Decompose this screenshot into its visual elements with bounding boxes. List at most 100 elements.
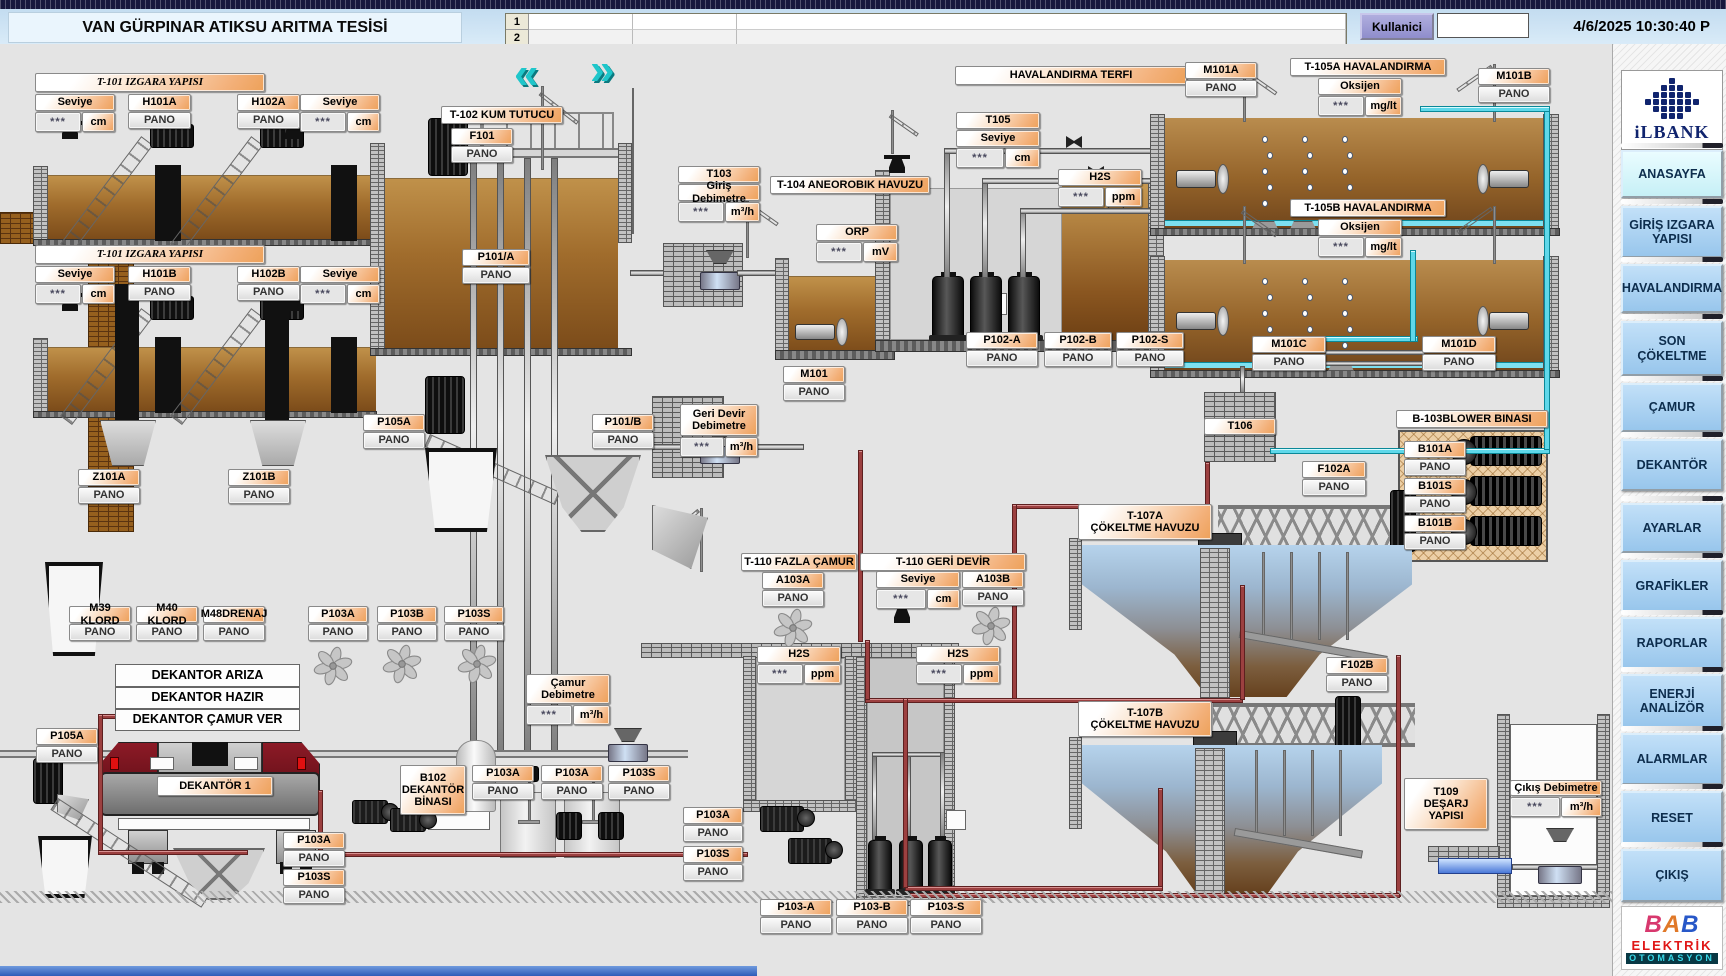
pano-button-f102a[interactable]: PANO: [1302, 479, 1366, 496]
pano-button-p103b[interactable]: PANO: [377, 624, 437, 641]
tag-m101c[interactable]: M101C: [1252, 336, 1326, 353]
tag-p103a[interactable]: P103A: [541, 765, 603, 782]
sidebar-item--iki-[interactable]: ÇIKIŞ: [1621, 849, 1723, 902]
tag-p103-b[interactable]: P103-B: [836, 899, 908, 916]
tag-f102a[interactable]: F102A: [1302, 461, 1366, 478]
pano-button-b101s[interactable]: PANO: [1404, 496, 1466, 513]
tag-p103a[interactable]: P103A: [683, 807, 743, 824]
pano-button-m101b[interactable]: PANO: [1478, 86, 1550, 103]
tag-p102-a[interactable]: P102-A: [966, 332, 1038, 349]
pano-button-f101[interactable]: PANO: [451, 146, 513, 163]
tag-b101a[interactable]: B101A: [1404, 441, 1466, 458]
pano-button-p103s[interactable]: PANO: [608, 783, 670, 800]
tag-m101[interactable]: M101: [783, 366, 845, 383]
pano-button-p105a[interactable]: PANO: [363, 432, 425, 449]
pano-button-p103a[interactable]: PANO: [308, 624, 368, 641]
tag-p101-a[interactable]: P101/A: [462, 249, 530, 266]
tag-p102-b[interactable]: P102-B: [1044, 332, 1112, 349]
pano-button-a103b[interactable]: PANO: [962, 589, 1024, 606]
tag-p101-b[interactable]: P101/B: [592, 414, 654, 431]
sidebar-item-dekant-r[interactable]: DEKANTÖR: [1621, 439, 1723, 491]
pano-button-m48drenaj[interactable]: PANO: [203, 624, 265, 641]
pano-button-p103-b[interactable]: PANO: [836, 917, 908, 934]
sidebar-item-reset[interactable]: RESET: [1621, 791, 1723, 845]
user-login-button[interactable]: Kullanici: [1360, 13, 1434, 40]
tag-m39-klord[interactable]: M39 KLORD: [69, 606, 131, 623]
tag-m40-klord[interactable]: M40 KLORD: [136, 606, 198, 623]
pano-button-p103-a[interactable]: PANO: [760, 917, 832, 934]
pano-button-z101a[interactable]: PANO: [78, 487, 140, 504]
sidebar-item-grafi-kler[interactable]: GRAFİKLER: [1621, 560, 1723, 612]
sidebar-item-anasayfa[interactable]: ANASAYFA: [1621, 150, 1723, 198]
tag-p102-s[interactable]: P102-S: [1116, 332, 1184, 349]
tag-p103-s[interactable]: P103-S: [910, 899, 982, 916]
pano-button-p103a[interactable]: PANO: [283, 850, 345, 867]
pano-button-m101d[interactable]: PANO: [1422, 354, 1496, 371]
tag-z101a[interactable]: Z101A: [78, 469, 140, 486]
pano-button-p103s[interactable]: PANO: [683, 864, 743, 881]
pano-button-z101b[interactable]: PANO: [228, 487, 290, 504]
pano-button-p102-s[interactable]: PANO: [1116, 350, 1184, 367]
sidebar-item-alarmlar[interactable]: ALARMLAR: [1621, 733, 1723, 785]
tag-a103a[interactable]: A103A: [762, 572, 824, 589]
pano-button-p103a[interactable]: PANO: [541, 783, 603, 800]
tag-m101b[interactable]: M101B: [1478, 68, 1550, 85]
sidebar-item-ayarlar[interactable]: AYARLAR: [1621, 503, 1723, 553]
tag-h102a[interactable]: H102A: [237, 94, 300, 111]
alarm-row[interactable]: 1: [506, 14, 1346, 30]
tag-p103s[interactable]: P103S: [683, 846, 743, 863]
sidebar-item-raporlar[interactable]: RAPORLAR: [1621, 617, 1723, 670]
pano-button-p103s[interactable]: PANO: [444, 624, 504, 641]
pano-button-m101c[interactable]: PANO: [1252, 354, 1326, 371]
tag-m101d[interactable]: M101D: [1422, 336, 1496, 353]
pano-button-m39-klord[interactable]: PANO: [69, 624, 131, 641]
pano-button-b101a[interactable]: PANO: [1404, 459, 1466, 476]
tag-a103b[interactable]: A103B: [962, 571, 1024, 588]
tag-p103b[interactable]: P103B: [377, 606, 437, 623]
sidebar-item-gi-ri-izgara-yapisi[interactable]: GİRİŞ IZGARA YAPISI: [1621, 206, 1723, 258]
tag-h101b[interactable]: H101B: [128, 266, 191, 283]
pano-button-m40-klord[interactable]: PANO: [136, 624, 198, 641]
pano-button-p103a[interactable]: PANO: [472, 783, 534, 800]
chevron-right-icon[interactable]: »: [590, 48, 632, 94]
tag-h101a[interactable]: H101A: [128, 94, 191, 111]
tag-b101b[interactable]: B101B: [1404, 515, 1466, 532]
pano-button-p103-s[interactable]: PANO: [910, 917, 982, 934]
tag-p103-a[interactable]: P103-A: [760, 899, 832, 916]
pano-button-b101b[interactable]: PANO: [1404, 533, 1466, 550]
tag-p103a[interactable]: P103A: [283, 832, 345, 849]
sidebar-item-havalandirma[interactable]: HAVALANDIRMA: [1621, 264, 1723, 313]
tag-t106[interactable]: T106: [1204, 418, 1276, 435]
alarm-list[interactable]: 12: [505, 13, 1347, 48]
pano-button-p101-b[interactable]: PANO: [592, 432, 654, 449]
tag-p103a[interactable]: P103A: [308, 606, 368, 623]
tag-p103s[interactable]: P103S: [608, 765, 670, 782]
pano-button-m101[interactable]: PANO: [783, 384, 845, 401]
sidebar-item-son-keltme[interactable]: SON ÇÖKELTME: [1621, 321, 1723, 376]
sidebar-item--amur[interactable]: ÇAMUR: [1621, 383, 1723, 432]
pano-button-p103s[interactable]: PANO: [283, 887, 345, 904]
pano-button-p101-a[interactable]: PANO: [462, 267, 530, 284]
tag-t105[interactable]: T105: [956, 112, 1040, 129]
chevron-left-icon[interactable]: «: [514, 52, 556, 98]
tag-f102b[interactable]: F102B: [1326, 657, 1388, 674]
pano-button-p103a[interactable]: PANO: [683, 825, 743, 842]
tag-m48drenaj[interactable]: M48DRENAJ: [203, 606, 265, 623]
tag-f101[interactable]: F101: [451, 128, 513, 145]
pano-button-f102b[interactable]: PANO: [1326, 675, 1388, 692]
tag-z101b[interactable]: Z101B: [228, 469, 290, 486]
tag-p103s[interactable]: P103S: [283, 869, 345, 886]
pano-button-h102b[interactable]: PANO: [237, 284, 300, 301]
pano-button-p105a[interactable]: PANO: [36, 746, 98, 763]
tag-p105a[interactable]: P105A: [363, 414, 425, 431]
pano-button-p102-b[interactable]: PANO: [1044, 350, 1112, 367]
pano-button-p102-a[interactable]: PANO: [966, 350, 1038, 367]
pano-button-h101b[interactable]: PANO: [128, 284, 191, 301]
tag-h102b[interactable]: H102B: [237, 266, 300, 283]
tag-p103a[interactable]: P103A: [472, 765, 534, 782]
tag-p105a[interactable]: P105A: [36, 728, 98, 745]
pano-button-h102a[interactable]: PANO: [237, 112, 300, 129]
tag-b101s[interactable]: B101S: [1404, 478, 1466, 495]
pano-button-m101a[interactable]: PANO: [1185, 80, 1257, 97]
user-name-input[interactable]: [1437, 13, 1529, 38]
